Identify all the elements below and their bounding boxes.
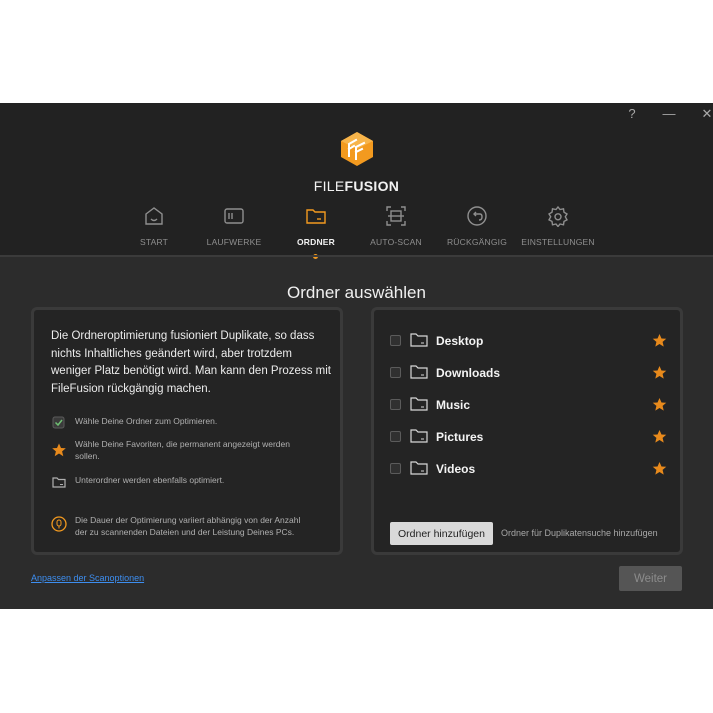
scan-icon [386,206,406,226]
folder-icon [410,333,428,347]
folder-checkbox[interactable] [390,399,401,410]
info-text: Wähle Deine Favoriten, die permanent ang… [75,439,290,461]
folder-row-music[interactable]: Music [390,395,670,415]
tab-einstellungen[interactable]: EINSTELLUNGEN [515,205,601,247]
folder-icon [410,365,428,379]
folder-row-pictures[interactable]: Pictures [390,427,670,447]
tab-label: START [139,237,169,247]
folder-row-downloads[interactable]: Downloads [390,363,670,383]
folder-name: Pictures [436,430,484,444]
tab-label: LAUFWERKE [206,237,262,247]
tab-start[interactable]: START [111,205,197,247]
brand-part1: FILE [313,178,345,194]
star-icon[interactable] [652,397,667,412]
folder-checkbox[interactable] [390,431,401,442]
info-panel: Die Ordneroptimierung fusioniert Duplika… [31,307,343,555]
folder-checkbox[interactable] [390,463,401,474]
info-text: Unterordner werden ebenfalls optimiert. [75,475,225,485]
page-title: Ordner auswählen [287,283,426,302]
tab-rueckgaengig[interactable]: RÜCKGÄNGIG [434,205,520,247]
home-icon [145,207,163,225]
star-icon[interactable] [652,365,667,380]
tab-label: AUTO-SCAN [370,237,422,247]
info-circle-icon [51,516,67,532]
folder-name: Music [436,398,471,412]
help-button[interactable]: ? [622,105,642,123]
app-window: ? — ✕ FILEFUSION START LAUFWERKE ORDNER … [0,103,713,609]
add-folder-button[interactable]: Ordner hinzufügen [390,522,493,545]
tab-label: ORDNER [296,237,336,247]
folder-checkbox[interactable] [390,367,401,378]
folder-row-desktop[interactable]: Desktop [390,331,670,351]
checkbox-checked-icon [52,416,65,429]
folder-name: Downloads [436,366,501,380]
add-folder-hint: Ordner für Duplikatensuche hinzufügen [501,528,658,538]
close-button[interactable]: ✕ [697,105,713,123]
next-button[interactable]: Weiter [619,566,682,591]
folder-icon [410,397,428,411]
tab-label: EINSTELLUNGEN [521,237,595,247]
scan-options-link[interactable]: Anpassen der Scanoptionen [31,573,144,583]
tab-laufwerke[interactable]: LAUFWERKE [191,205,277,247]
tab-ordner[interactable]: ORDNER [273,205,359,247]
header: ? — ✕ FILEFUSION START LAUFWERKE ORDNER … [0,103,713,259]
tab-label: RÜCKGÄNGIG [446,237,508,247]
folder-panel: Desktop Downloads Music Pictures Videos … [371,307,683,555]
undo-icon [467,206,487,226]
header-divider [0,255,713,257]
star-icon[interactable] [652,429,667,444]
gear-icon [548,205,568,227]
star-icon [52,443,66,457]
drive-icon [224,208,244,224]
folder-icon [306,209,326,224]
minimize-button[interactable]: — [659,105,679,123]
folder-row-videos[interactable]: Videos [390,459,670,479]
brand-part2: FUSION [344,178,400,194]
info-text: Wähle Deine Ordner zum Optimieren. [75,416,218,426]
star-icon[interactable] [652,461,667,476]
folder-name: Desktop [436,334,484,348]
subfolder-icon [52,477,66,488]
intro-text: Die Ordneroptimierung fusioniert Duplika… [51,330,331,395]
folder-name: Videos [436,462,476,476]
brand-wordmark: FILEFUSION [0,178,713,194]
info-text: Die Dauer der Optimierung variiert abhän… [75,515,301,537]
filefusion-logo-icon [341,132,373,166]
folder-checkbox[interactable] [390,335,401,346]
folder-icon [410,461,428,475]
star-icon[interactable] [652,333,667,348]
tab-auto-scan[interactable]: AUTO-SCAN [353,205,439,247]
folder-icon [410,429,428,443]
